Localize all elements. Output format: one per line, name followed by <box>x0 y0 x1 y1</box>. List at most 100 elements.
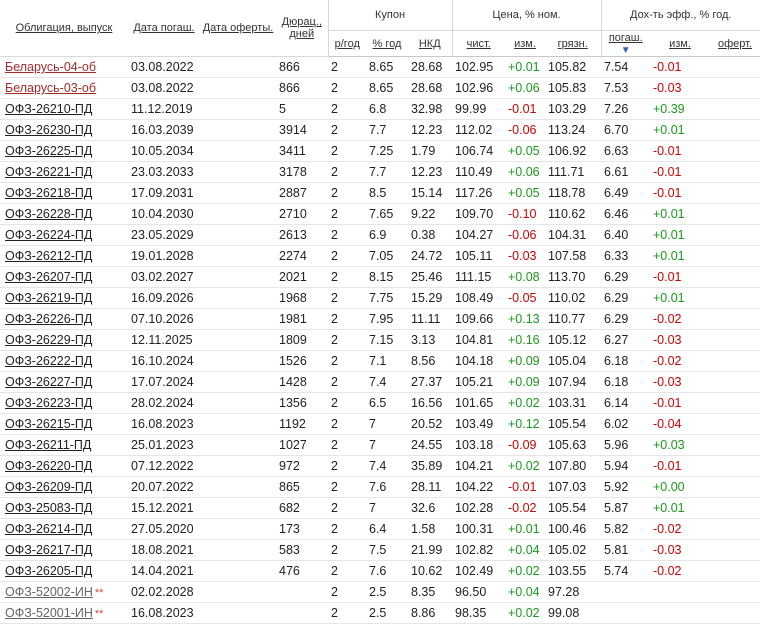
bond-link[interactable]: ОФЗ-25083-ПД <box>5 501 92 515</box>
table-row: ОФЗ-26210-ПД 11.12.2019 5 2 6.8 32.98 99.99 -0.… <box>0 98 760 120</box>
cell-coupon-pct: 7 <box>366 497 408 519</box>
cell-yield-offer <box>710 77 760 99</box>
header-clean-price[interactable]: чист. <box>451 30 505 57</box>
header-nkd[interactable]: НКД <box>408 30 452 57</box>
header-coupon-pct-label[interactable]: % год <box>373 38 402 50</box>
cell-yield-offer <box>710 413 760 435</box>
bond-link[interactable]: ОФЗ-26219-ПД <box>5 291 92 305</box>
cell-duration: 1192 <box>276 413 328 435</box>
cell-bond-name: ОФЗ-26225-ПД <box>0 140 128 162</box>
cell-bond-name: ОФЗ-52002-ИН ** <box>0 581 128 603</box>
header-coupon-freq-label[interactable]: р/год <box>335 38 360 50</box>
header-price-group: Цена, % ном. <box>451 0 601 31</box>
cell-bond-name: ОФЗ-26223-ПД <box>0 392 128 414</box>
bond-link[interactable]: ОФЗ-26211-ПД <box>5 438 91 452</box>
bond-link[interactable]: ОФЗ-26212-ПД <box>5 249 92 263</box>
cell-price-change: +0.12 <box>505 413 545 435</box>
bond-link[interactable]: ОФЗ-52001-ИН <box>5 606 93 620</box>
cell-coupon-pct: 6.8 <box>366 98 408 120</box>
bond-link[interactable]: ОФЗ-26218-ПД <box>5 186 92 200</box>
bond-link[interactable]: ОФЗ-26210-ПД <box>5 102 92 116</box>
cell-clean-price: 104.21 <box>452 455 505 477</box>
cell-price-change: +0.01 <box>505 518 545 540</box>
cell-offer-date <box>200 329 276 351</box>
bond-link[interactable]: ОФЗ-26229-ПД <box>5 333 92 347</box>
cell-nkd: 0.38 <box>408 224 452 246</box>
cell-offer-date <box>200 203 276 225</box>
cell-yield-maturity: 6.49 <box>601 182 650 204</box>
cell-maturity-date: 16.09.2026 <box>128 287 200 309</box>
cell-duration: 1968 <box>276 287 328 309</box>
cell-dirty-price: 107.03 <box>545 476 601 498</box>
cell-duration: 1027 <box>276 434 328 456</box>
header-yield-maturity-label[interactable]: погаш. <box>609 32 643 44</box>
cell-offer-date <box>200 308 276 330</box>
cell-coupon-pct: 7.4 <box>366 455 408 477</box>
header-price-change[interactable]: изм. <box>505 30 545 57</box>
bond-link[interactable]: ОФЗ-26224-ПД <box>5 228 92 242</box>
bond-link[interactable]: ОФЗ-26223-ПД <box>5 396 92 410</box>
bond-link[interactable]: Беларусь-04-об <box>5 60 96 74</box>
header-offer-date[interactable]: Дата оферты. <box>200 0 276 57</box>
bond-link[interactable]: ОФЗ-26215-ПД <box>5 417 92 431</box>
bond-link[interactable]: ОФЗ-26207-ПД <box>5 270 92 284</box>
header-yield-change[interactable]: изм. <box>650 30 710 57</box>
bond-link[interactable]: ОФЗ-26214-ПД <box>5 522 92 536</box>
header-maturity-date[interactable]: Дата погаш. <box>128 0 200 57</box>
bond-link[interactable]: ОФЗ-26226-ПД <box>5 312 92 326</box>
header-duration-label[interactable]: Дюрац., дней <box>282 16 322 40</box>
cell-duration: 1356 <box>276 392 328 414</box>
header-bond-label[interactable]: Облигация, выпуск <box>16 22 113 34</box>
cell-yield-offer <box>710 602 760 624</box>
table-row: ОФЗ-26205-ПД 14.04.2021 476 2 7.6 10.62 102.49… <box>0 560 760 582</box>
header-maturity-date-label[interactable]: Дата погаш. <box>133 22 194 34</box>
bond-link[interactable]: ОФЗ-26225-ПД <box>5 144 92 158</box>
header-yield-offer[interactable]: оферт. <box>710 30 760 57</box>
header-yield-change-label[interactable]: изм. <box>669 38 691 50</box>
header-duration[interactable]: Дюрац., дней <box>276 0 328 57</box>
cell-bond-name: ОФЗ-26221-ПД <box>0 161 128 183</box>
header-price-change-label[interactable]: изм. <box>514 38 536 50</box>
bond-link[interactable]: ОФЗ-26227-ПД <box>5 375 92 389</box>
header-clean-price-label[interactable]: чист. <box>467 38 491 50</box>
bond-link[interactable]: ОФЗ-26220-ПД <box>5 459 92 473</box>
bond-link[interactable]: ОФЗ-52002-ИН <box>5 585 93 599</box>
cell-yield-maturity: 6.29 <box>601 266 650 288</box>
bond-link[interactable]: ОФЗ-26205-ПД <box>5 564 92 578</box>
cell-coupon-pct: 7.7 <box>366 161 408 183</box>
cell-coupon-pct: 8.65 <box>366 77 408 99</box>
cell-price-change: +0.05 <box>505 182 545 204</box>
bond-link[interactable]: ОФЗ-26228-ПД <box>5 207 92 221</box>
cell-coupon-pct: 6.4 <box>366 518 408 540</box>
cell-price-change: +0.04 <box>505 539 545 561</box>
cell-nkd: 21.99 <box>408 539 452 561</box>
cell-duration: 583 <box>276 539 328 561</box>
bond-link[interactable]: ОФЗ-26222-ПД <box>5 354 92 368</box>
cell-coupon-freq: 2 <box>328 77 366 99</box>
cell-dirty-price: 105.02 <box>545 539 601 561</box>
header-yield-offer-label[interactable]: оферт. <box>718 38 752 50</box>
cell-bond-name: ОФЗ-52001-ИН ** <box>0 602 128 624</box>
bond-link[interactable]: ОФЗ-26209-ПД <box>5 480 92 494</box>
bond-link[interactable]: ОФЗ-26217-ПД <box>5 543 92 557</box>
bond-link[interactable]: ОФЗ-26221-ПД <box>5 165 92 179</box>
header-yield-maturity[interactable]: погаш. ▼ <box>600 30 650 57</box>
cell-yield-maturity: 6.46 <box>601 203 650 225</box>
cell-bond-name: ОФЗ-26209-ПД <box>0 476 128 498</box>
cell-yield-maturity: 6.33 <box>601 245 650 267</box>
cell-price-change: +0.16 <box>505 329 545 351</box>
header-offer-date-label[interactable]: Дата оферты. <box>203 22 274 34</box>
cell-yield-maturity: 7.26 <box>601 98 650 120</box>
header-dirty-price[interactable]: грязн. <box>545 30 601 57</box>
header-coupon-freq[interactable]: р/год <box>327 30 366 57</box>
table-row: ОФЗ-26221-ПД 23.03.2033 3178 2 7.7 12.23 110.4… <box>0 161 760 183</box>
bond-link[interactable]: Беларусь-03-об <box>5 81 96 95</box>
header-dirty-price-label[interactable]: грязн. <box>558 38 588 50</box>
header-nkd-label[interactable]: НКД <box>419 38 441 50</box>
header-coupon-pct[interactable]: % год <box>366 30 408 57</box>
cell-dirty-price: 113.24 <box>545 119 601 141</box>
bond-link[interactable]: ОФЗ-26230-ПД <box>5 123 92 137</box>
header-bond[interactable]: Облигация, выпуск <box>0 0 128 57</box>
cell-dirty-price: 107.94 <box>545 371 601 393</box>
cell-dirty-price: 111.71 <box>545 161 601 183</box>
